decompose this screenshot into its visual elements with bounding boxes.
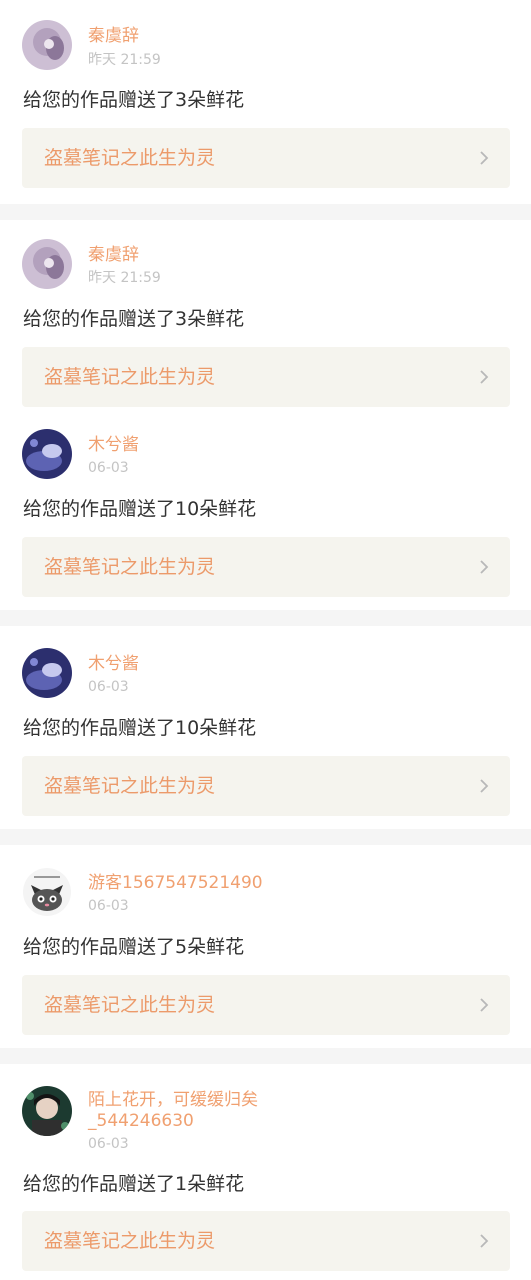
section-divider	[0, 1048, 531, 1064]
timestamp: 06-03	[88, 679, 129, 695]
work-link-card[interactable]: 盗墓笔记之此生为灵	[22, 537, 510, 597]
gift-message: 给您的作品赠送了10朵鲜花	[23, 498, 257, 520]
username[interactable]: 木兮酱	[88, 435, 139, 455]
section-divider	[0, 610, 531, 626]
username[interactable]: 秦虞辞	[88, 26, 139, 46]
chevron-right-icon	[478, 996, 490, 1014]
work-link-card[interactable]: 盗墓笔记之此生为灵	[22, 975, 510, 1035]
gift-message: 给您的作品赠送了3朵鲜花	[23, 308, 245, 330]
chevron-right-icon	[478, 368, 490, 386]
gift-message: 给您的作品赠送了3朵鲜花	[23, 89, 245, 111]
timestamp: 昨天 21:59	[88, 52, 161, 68]
work-title: 盗墓笔记之此生为灵	[44, 1230, 216, 1252]
work-title: 盗墓笔记之此生为灵	[44, 775, 216, 797]
chevron-right-icon	[478, 558, 490, 576]
user-avatar-photo-icon	[22, 239, 72, 289]
cat-avatar-illustration-icon	[22, 867, 72, 917]
username[interactable]: 秦虞辞	[88, 245, 139, 265]
user-avatar-photo-icon	[22, 429, 72, 479]
user-avatar[interactable]	[22, 239, 72, 289]
timestamp: 06-03	[88, 460, 129, 476]
username[interactable]: 陌上花开，可缓缓归矣	[88, 1090, 258, 1110]
work-link-card[interactable]: 盗墓笔记之此生为灵	[22, 1211, 510, 1271]
gift-message: 给您的作品赠送了1朵鲜花	[23, 1173, 245, 1195]
work-link-card[interactable]: 盗墓笔记之此生为灵	[22, 756, 510, 816]
work-title: 盗墓笔记之此生为灵	[44, 994, 216, 1016]
gift-message: 给您的作品赠送了10朵鲜花	[23, 717, 257, 739]
username-continued[interactable]: _544246630	[88, 1111, 194, 1131]
username[interactable]: 游客1567547521490	[88, 873, 263, 893]
section-divider	[0, 829, 531, 845]
user-avatar-photo-icon	[22, 1086, 72, 1136]
user-avatar-photo-icon	[22, 20, 72, 70]
work-title: 盗墓笔记之此生为灵	[44, 556, 216, 578]
timestamp: 昨天 21:59	[88, 270, 161, 286]
chevron-right-icon	[478, 777, 490, 795]
user-avatar[interactable]	[22, 1086, 72, 1136]
chevron-right-icon	[478, 149, 490, 167]
work-link-card[interactable]: 盗墓笔记之此生为灵	[22, 128, 510, 188]
work-title: 盗墓笔记之此生为灵	[44, 147, 216, 169]
work-link-card[interactable]: 盗墓笔记之此生为灵	[22, 347, 510, 407]
chevron-right-icon	[478, 1232, 490, 1250]
gift-message: 给您的作品赠送了5朵鲜花	[23, 936, 245, 958]
timestamp: 06-03	[88, 1136, 129, 1152]
user-avatar[interactable]	[22, 867, 72, 917]
user-avatar[interactable]	[22, 429, 72, 479]
user-avatar[interactable]	[22, 648, 72, 698]
user-avatar-photo-icon	[22, 648, 72, 698]
notification-feed: 秦虞辞 昨天 21:59 给您的作品赠送了3朵鲜花 盗墓笔记之此生为灵 秦虞辞 …	[0, 0, 531, 1280]
section-divider	[0, 204, 531, 220]
timestamp: 06-03	[88, 898, 129, 914]
username[interactable]: 木兮酱	[88, 654, 139, 674]
user-avatar[interactable]	[22, 20, 72, 70]
work-title: 盗墓笔记之此生为灵	[44, 366, 216, 388]
